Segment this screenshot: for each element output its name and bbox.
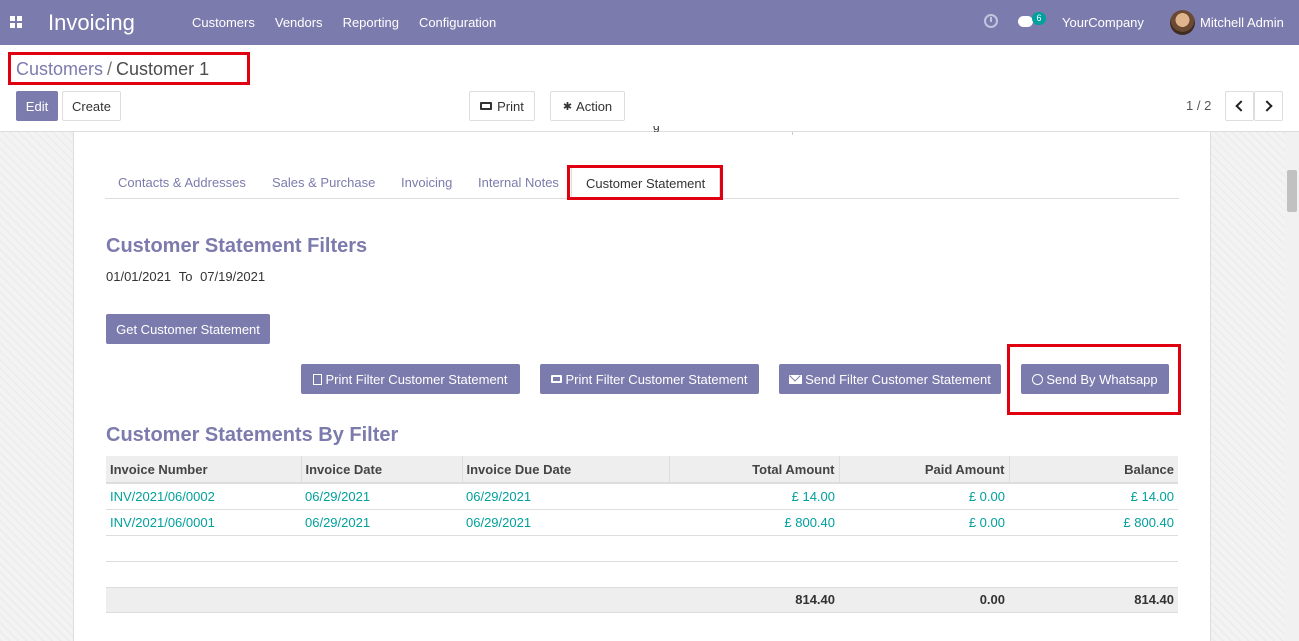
statements-table: Invoice Number Invoice Date Invoice Due …	[106, 456, 1178, 613]
filters-heading: Customer Statement Filters	[106, 235, 368, 257]
pager-next-button[interactable]	[1254, 91, 1283, 121]
table-row[interactable]: INV/2021/06/0001 06/29/2021 06/29/2021 £…	[106, 509, 1178, 536]
date-to-value[interactable]: 07/19/2021	[200, 269, 265, 284]
col-paid-amount: Paid Amount	[839, 456, 1010, 484]
cell-balance: £ 14.00	[1009, 483, 1178, 510]
empty-row	[106, 561, 1178, 588]
cell-total: £ 14.00	[669, 483, 839, 510]
company-switcher[interactable]: YourCompany	[1062, 15, 1144, 30]
tab-internal-notes[interactable]: Internal Notes	[478, 167, 559, 199]
print-pdf-label: Print Filter Customer Statement	[565, 371, 748, 387]
cell-paid: £ 0.00	[839, 509, 1009, 536]
apps-menu-icon[interactable]	[10, 16, 22, 28]
cell-balance: £ 800.40	[1009, 509, 1178, 536]
print-xls-label: Print Filter Customer Statement	[325, 371, 508, 387]
paid-amount-sum: 0.00	[839, 586, 1009, 613]
scrollbar-thumb[interactable]	[1287, 170, 1297, 212]
date-to-label: To	[178, 269, 193, 284]
col-invoice-due-date: Invoice Due Date	[462, 456, 670, 484]
user-avatar[interactable]	[1170, 10, 1195, 35]
excel-file-icon	[313, 373, 323, 385]
create-label: Create	[71, 98, 112, 114]
empty-row	[106, 535, 1178, 562]
print-pdf-statement-button[interactable]: Print Filter Customer Statement	[540, 364, 759, 394]
print-icon	[480, 102, 493, 110]
activity-clock-icon[interactable]	[984, 14, 998, 28]
pager-previous-button[interactable]	[1225, 91, 1254, 121]
menu-item-customers[interactable]: Customers	[182, 15, 265, 30]
print-icon	[551, 375, 563, 383]
chat-icon[interactable]	[1018, 16, 1033, 27]
breadcrumb-highlight-box	[8, 52, 250, 85]
app-title[interactable]: Invoicing	[48, 10, 135, 36]
col-balance: Balance	[1009, 456, 1178, 484]
menu-item-vendors[interactable]: Vendors	[265, 15, 333, 30]
date-from-value[interactable]: 01/01/2021	[106, 269, 171, 284]
col-invoice-number: Invoice Number	[106, 456, 302, 484]
tab-sales-purchase[interactable]: Sales & Purchase	[272, 167, 375, 199]
col-total-amount: Total Amount	[669, 456, 840, 484]
cell-due-date: 06/29/2021	[462, 483, 669, 510]
tab-contacts-addresses[interactable]: Contacts & Addresses	[118, 167, 246, 199]
main-menu: Customers Vendors Reporting Configuratio…	[182, 0, 506, 45]
col-invoice-date: Invoice Date	[301, 456, 463, 484]
menu-item-reporting[interactable]: Reporting	[333, 15, 409, 30]
get-customer-statement-button[interactable]: Get Customer Statement	[106, 314, 270, 344]
create-button[interactable]: Create	[62, 91, 121, 121]
print-xls-statement-button[interactable]: Print Filter Customer Statement	[301, 364, 520, 394]
filter-date-range: 01/01/2021 To 07/19/2021	[106, 269, 265, 284]
menu-item-configuration[interactable]: Configuration	[409, 15, 506, 30]
print-label: Print	[497, 98, 524, 114]
clipped-divider	[792, 132, 793, 135]
envelope-icon	[789, 374, 803, 384]
table-row[interactable]: INV/2021/06/0002 06/29/2021 06/29/2021 £…	[106, 483, 1178, 510]
action-label: Action	[576, 98, 613, 114]
gear-icon: ✱	[562, 100, 573, 113]
top-navbar: Invoicing Customers Vendors Reporting Co…	[0, 0, 1299, 45]
print-button[interactable]: Print	[469, 91, 535, 121]
vertical-scrollbar[interactable]	[1285, 132, 1299, 641]
table-totals-row: 814.40 0.00 814.40	[106, 586, 1178, 613]
action-button[interactable]: ✱ Action	[550, 91, 625, 121]
cell-due-date: 06/29/2021	[462, 509, 669, 536]
send-statement-email-button[interactable]: Send Filter Customer Statement	[779, 364, 1001, 394]
cell-invoice-date: 06/29/2021	[301, 483, 462, 510]
cell-invoice-number[interactable]: INV/2021/06/0001	[106, 509, 301, 536]
balance-sum: 814.40	[1009, 586, 1178, 613]
chat-count-badge: 6	[1032, 12, 1046, 25]
cell-paid: £ 0.00	[839, 483, 1009, 510]
statements-heading: Customer Statements By Filter	[106, 424, 399, 446]
cell-total: £ 800.40	[669, 509, 839, 536]
clipped-text-fragment: g	[653, 126, 661, 132]
tab-invoicing[interactable]: Invoicing	[401, 167, 452, 199]
tab-highlight-box	[567, 165, 723, 200]
send-statement-label: Send Filter Customer Statement	[805, 371, 991, 387]
total-amount-sum: 814.40	[669, 586, 839, 613]
whatsapp-highlight-box	[1007, 344, 1181, 415]
edit-button[interactable]: Edit	[16, 91, 58, 121]
cell-invoice-number[interactable]: INV/2021/06/0002	[106, 483, 301, 510]
cell-invoice-date: 06/29/2021	[301, 509, 462, 536]
user-menu[interactable]: Mitchell Admin	[1200, 15, 1284, 30]
pager-value[interactable]: 1 / 2	[1186, 98, 1211, 113]
table-header-row: Invoice Number Invoice Date Invoice Due …	[106, 456, 1178, 484]
